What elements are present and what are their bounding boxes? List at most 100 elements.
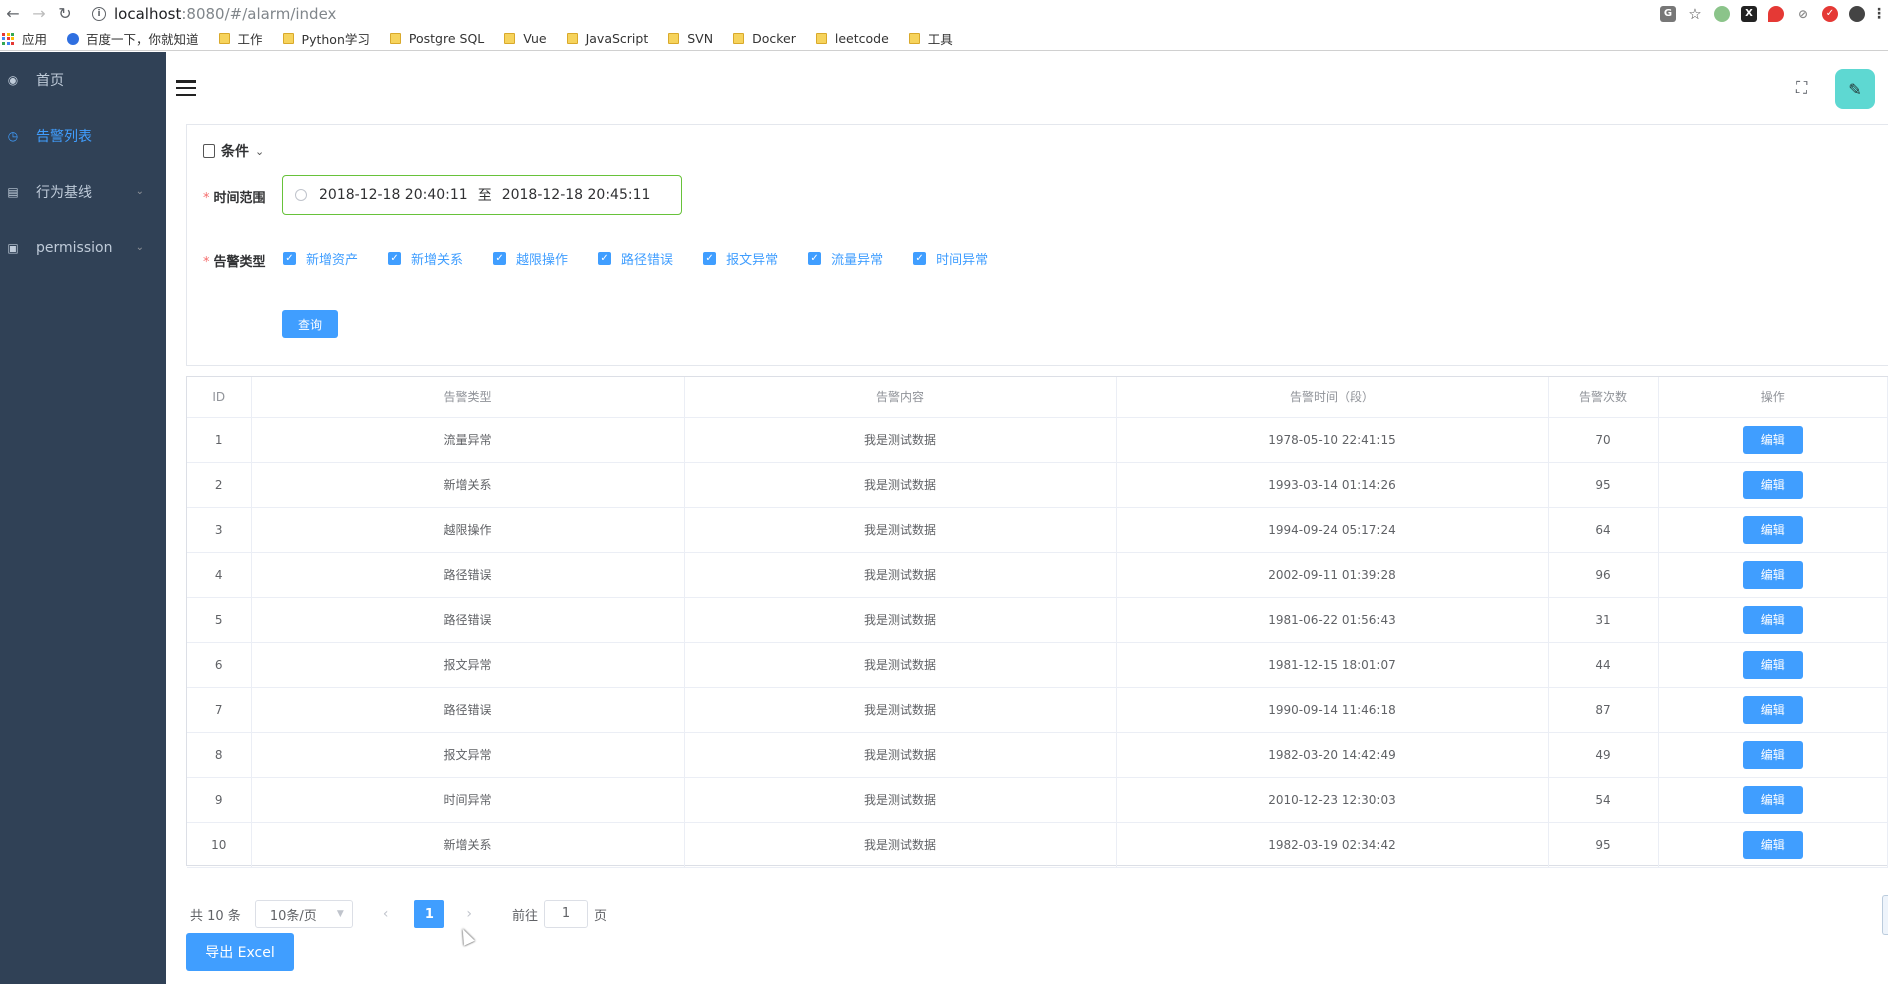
checkbox-path-error[interactable]: ✓ 路径错误 — [598, 249, 673, 268]
column-header[interactable]: 告警次数 — [1548, 377, 1659, 418]
chevron-down-icon: ⌄ — [135, 242, 144, 253]
translate-icon[interactable]: G — [1660, 5, 1676, 22]
cell-alarm-type: 新增关系 — [251, 462, 685, 508]
sidebar-item-alarm-list[interactable]: ◷ 告警列表 — [0, 108, 166, 164]
pagination: 共 10 条 10条/页 ▼ ‹ 1 › 前往 1 页 — [190, 900, 607, 928]
checkbox-time-error[interactable]: ✓ 时间异常 — [913, 249, 988, 268]
edit-button[interactable]: 编辑 — [1742, 830, 1803, 859]
edit-button[interactable]: 编辑 — [1742, 605, 1803, 634]
cell-id: 5 — [187, 597, 252, 643]
bookmark-folder[interactable]: 工作 — [218, 29, 263, 48]
bookmark-label: leetcode — [834, 31, 889, 46]
edit-button[interactable]: 编辑 — [1742, 425, 1803, 454]
sidebar-item-baseline[interactable]: ▤ 行为基线 ⌄ — [0, 164, 166, 220]
sidebar-item-home[interactable]: ◉ 首页 — [0, 52, 166, 108]
forward-arrow-icon[interactable]: → — [26, 0, 52, 27]
edit-button[interactable]: 编辑 — [1742, 470, 1803, 499]
column-header[interactable]: 操作 — [1658, 377, 1888, 418]
search-conditions-panel: 条件 ⌄ * 时间范围 2018-12-18 20:40:11 至 2018-12… — [186, 124, 1888, 366]
bookmark-folder[interactable]: SVN — [668, 31, 713, 46]
next-page-icon[interactable]: › — [466, 906, 472, 922]
cell-actions: 编辑 — [1658, 732, 1888, 778]
bookmark-label: JavaScript — [585, 31, 649, 46]
bookmark-folder[interactable]: 工具 — [908, 29, 953, 48]
cell-id: 7 — [187, 687, 252, 733]
cell-id: 9 — [187, 777, 252, 823]
cell-alarm-time: 2002-09-11 01:39:28 — [1116, 552, 1549, 598]
bookmark-baidu[interactable]: 百度一下，你就知道 — [67, 29, 199, 48]
cell-alarm-time: 1978-05-10 22:41:15 — [1116, 417, 1549, 463]
cell-alarm-time: 1982-03-20 14:42:49 — [1116, 732, 1549, 778]
checkbox-new-asset[interactable]: ✓ 新增资产 — [283, 249, 358, 268]
menu-dots-icon[interactable]: ⋮ — [1872, 6, 1886, 22]
extension-pin-icon[interactable] — [1768, 5, 1784, 22]
folder-icon — [908, 33, 920, 44]
export-excel-button[interactable]: 导出 Excel — [186, 933, 294, 971]
sidebar-item-label: permission — [36, 240, 113, 256]
bookmark-folder[interactable]: Python学习 — [282, 29, 370, 48]
column-header[interactable]: ID — [187, 377, 252, 418]
cell-id: 6 — [187, 642, 252, 688]
url-field[interactable]: i localhost:8080/#/alarm/index — [92, 5, 336, 23]
extension-green-icon[interactable] — [1714, 5, 1730, 22]
bookmark-folder[interactable]: leetcode — [815, 31, 889, 46]
side-widget-tab[interactable] — [1882, 895, 1888, 935]
bookmark-folder[interactable]: Docker — [733, 31, 796, 46]
star-icon[interactable]: ☆ — [1687, 5, 1703, 23]
folder-icon — [566, 33, 578, 44]
goto-page-input[interactable]: 1 — [544, 900, 589, 928]
cell-id: 4 — [187, 552, 252, 598]
cell-alarm-time: 2010-12-23 12:30:03 — [1116, 777, 1549, 823]
column-header[interactable]: 告警时间（段） — [1116, 377, 1549, 418]
hamburger-menu-icon[interactable] — [176, 80, 196, 96]
time-range-picker[interactable]: 2018-12-18 20:40:11 至 2018-12-18 20:45:1… — [282, 175, 682, 215]
cell-alarm-count: 87 — [1548, 687, 1659, 733]
back-arrow-icon[interactable]: ← — [0, 0, 26, 27]
reload-icon[interactable]: ↻ — [52, 0, 78, 27]
fullscreen-icon[interactable]: ⛶ — [1796, 80, 1812, 96]
document-icon — [203, 144, 215, 158]
cell-alarm-content: 我是测试数据 — [684, 507, 1117, 553]
edit-button[interactable]: 编辑 — [1742, 650, 1803, 679]
edit-button[interactable]: 编辑 — [1742, 515, 1803, 544]
checkmark-icon: ✓ — [703, 252, 717, 265]
edit-button[interactable]: 编辑 — [1742, 695, 1803, 724]
extension-x-icon[interactable]: X — [1741, 5, 1757, 22]
cell-actions: 编辑 — [1658, 417, 1888, 463]
time-separator: 至 — [477, 188, 492, 204]
column-header[interactable]: 告警内容 — [684, 377, 1117, 418]
checkbox-traffic-error[interactable]: ✓ 流量异常 — [808, 249, 883, 268]
current-page-button[interactable]: 1 — [414, 900, 445, 928]
cell-actions: 编辑 — [1658, 777, 1888, 823]
edit-button[interactable]: 编辑 — [1742, 785, 1803, 814]
cell-alarm-count: 96 — [1548, 552, 1659, 598]
bookmark-folder[interactable]: Postgre SQL — [389, 31, 484, 46]
info-icon[interactable]: i — [92, 6, 106, 21]
cell-alarm-type: 报文异常 — [251, 642, 685, 688]
mouse-cursor — [457, 926, 475, 946]
cell-id: 1 — [187, 417, 252, 463]
edit-button[interactable]: 编辑 — [1742, 560, 1803, 589]
extension-red-icon[interactable]: ✓ — [1822, 5, 1838, 22]
cell-alarm-type: 路径错误 — [251, 687, 685, 733]
goto-prefix: 前往 — [512, 908, 539, 924]
query-button[interactable]: 查询 — [282, 310, 338, 338]
bookmark-folder[interactable]: JavaScript — [566, 31, 649, 46]
bookmark-folder[interactable]: Vue — [504, 31, 547, 46]
bookmark-label: Vue — [523, 31, 547, 46]
extension-bell-off-icon[interactable]: ⊘ — [1795, 6, 1811, 22]
profile-icon[interactable] — [1849, 5, 1865, 22]
avatar[interactable]: ✎ — [1835, 69, 1875, 109]
bookmark-apps[interactable]: 应用 — [2, 29, 47, 48]
goto-suffix: 页 — [594, 908, 608, 924]
page-size-select[interactable]: 10条/页 ▼ — [254, 900, 353, 928]
column-header[interactable]: 告警类型 — [251, 377, 685, 418]
table-row: 4 路径错误 我是测试数据 2002-09-11 01:39:28 96 编辑 — [187, 552, 1888, 598]
checkbox-message-error[interactable]: ✓ 报文异常 — [703, 249, 778, 268]
conditions-toggle[interactable]: 条件 ⌄ — [203, 141, 264, 161]
prev-page-icon[interactable]: ‹ — [383, 906, 389, 922]
checkbox-over-limit[interactable]: ✓ 越限操作 — [493, 249, 568, 268]
sidebar-item-permission[interactable]: ▣ permission ⌄ — [0, 220, 166, 276]
checkbox-new-relation[interactable]: ✓ 新增关系 — [388, 249, 463, 268]
edit-button[interactable]: 编辑 — [1742, 740, 1803, 769]
